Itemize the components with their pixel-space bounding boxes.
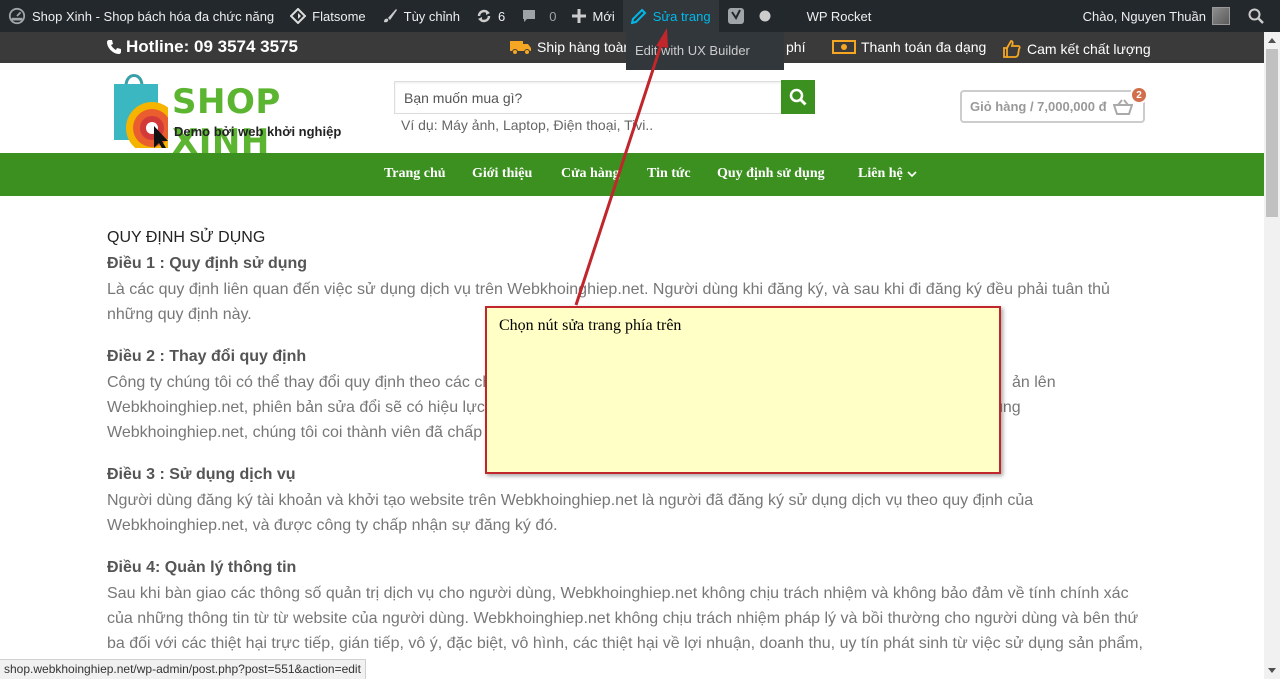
nav-item-terms[interactable]: Quy định sử dụng: [717, 166, 825, 182]
seo-status-dot-icon: [759, 10, 771, 22]
quality-label: Cam kết chất lượng: [1027, 41, 1151, 57]
site-logo[interactable]: SHOP XINH Demo bởi web khởi nghiệp: [112, 68, 348, 162]
flatsome-menu[interactable]: Flatsome: [282, 0, 373, 32]
new-content-menu[interactable]: Mới: [564, 0, 622, 32]
payment-feature: Thanh toán đa dạng: [832, 39, 986, 55]
ship-feature: Ship hàng toàn: [510, 39, 631, 55]
account-menu[interactable]: Chào, Nguyen Thuần: [1075, 0, 1238, 32]
search-input[interactable]: Bạn muốn mua gì?: [394, 81, 782, 114]
search-hint: Ví dụ: Máy ảnh, Laptop, Điện thoại, Tivi…: [401, 117, 654, 133]
payment-label: Thanh toán đa dạng: [861, 39, 987, 55]
wp-rocket-label: WP Rocket: [806, 8, 872, 24]
logo-title: SHOP XINH: [172, 82, 281, 162]
pencil-icon: [630, 8, 647, 24]
phone-icon: [107, 40, 121, 54]
nav-home-label: Trang chủ: [384, 166, 446, 181]
section-4: Điều 4: Quản lý thông tin Sau khi bàn gi…: [107, 558, 1147, 656]
comments-count: 0: [549, 8, 557, 24]
section-3: Điều 3 : Sử dụng dịch vụ Người dùng đăng…: [107, 465, 1147, 538]
callout-text: Chọn nút sửa trang phía trên: [499, 317, 682, 334]
updates-count: 6: [498, 8, 506, 24]
avatar: [1212, 7, 1230, 25]
nav-item-about[interactable]: Giới thiệu: [472, 166, 532, 182]
paragraph-line: Sau khi bàn giao các thông số quản trị d…: [107, 585, 1129, 602]
ship-label: Ship hàng toàn: [537, 39, 632, 55]
nav-about-label: Giới thiệu: [472, 166, 533, 181]
site-name-menu[interactable]: Shop Xinh - Shop bách hóa đa chức năng: [0, 0, 282, 32]
nav-contact-label: Liên hệ: [858, 166, 903, 181]
ship-tail-label: phí: [786, 39, 806, 55]
nav-item-news[interactable]: Tin tức: [647, 166, 691, 182]
basket-icon: [1112, 98, 1133, 115]
wp-rocket-menu[interactable]: WP Rocket: [799, 0, 880, 32]
paragraph-line: Webkhoinghiep.net, và được công ty chấp …: [107, 517, 558, 534]
dashboard-icon: [8, 7, 26, 25]
ship-feature-tail: phí: [786, 39, 805, 55]
cart-count-badge: 2: [1130, 86, 1148, 104]
comment-icon: [523, 10, 536, 22]
browser-viewport: Shop Xinh - Shop bách hóa đa chức năng F…: [0, 0, 1280, 679]
edit-page-label: Sửa trang: [652, 8, 711, 24]
customize-menu[interactable]: Tùy chỉnh: [374, 0, 468, 32]
scroll-up-arrow-icon[interactable]: [1264, 32, 1280, 48]
customize-label: Tùy chỉnh: [403, 8, 461, 24]
greeting-label: Chào, Nguyen Thuần: [1082, 8, 1206, 24]
instruction-callout: Chọn nút sửa trang phía trên: [485, 306, 1001, 474]
search-icon: [789, 88, 807, 106]
cart-label: Giỏ hàng / 7,000,000 đ: [970, 99, 1107, 114]
plus-icon: [572, 9, 587, 23]
scroll-down-arrow-icon[interactable]: [1264, 663, 1280, 679]
new-label: Mới: [592, 8, 615, 24]
paragraph-line: Người dùng đăng ký tài khoản và khởi tạo…: [107, 492, 1034, 509]
link-status-bar: shop.webkhoinghiep.net/wp-admin/post.php…: [0, 659, 366, 679]
truck-icon: [510, 41, 531, 55]
paragraph-line: của những thông tin từ từ website của ng…: [107, 610, 1139, 627]
edit-page-menu[interactable]: Sửa trang: [622, 0, 719, 32]
updates-menu[interactable]: 6: [468, 0, 513, 32]
paragraph-line: ba đối với các thiệt hại trực tiếp, gián…: [107, 635, 1143, 652]
main-nav: Trang chủ Giới thiệu Cửa hàng Tin tức Qu…: [0, 153, 1264, 196]
yoast-icon: [727, 8, 744, 24]
money-icon: [832, 40, 856, 54]
brush-icon: [383, 9, 397, 23]
nav-terms-label: Quy định sử dụng: [717, 166, 825, 181]
admin-search-button[interactable]: [1238, 0, 1280, 32]
thumbs-up-icon: [1003, 40, 1021, 58]
scrollbar-thumb[interactable]: [1266, 49, 1278, 217]
comments-menu[interactable]: 0: [513, 0, 564, 32]
quality-feature: Cam kết chất lượng: [1002, 39, 1151, 59]
vertical-scrollbar[interactable]: [1264, 32, 1280, 679]
paragraph-fragment: ản lên: [1012, 374, 1056, 391]
shopping-bag-logo-icon: [114, 74, 168, 148]
flatsome-icon: [290, 8, 307, 24]
logo-subtitle: Demo bởi web khởi nghiệp: [174, 124, 342, 139]
paragraph-line: Là các quy định liên quan đến việc sử dụ…: [107, 281, 1110, 298]
search-button[interactable]: [781, 80, 815, 114]
site-name-label: Shop Xinh - Shop bách hóa đa chức năng: [32, 8, 275, 24]
section-heading: Điều 1 : Quy định sử dụng: [107, 255, 308, 272]
nav-item-contact[interactable]: Liên hệ: [858, 166, 917, 182]
edit-with-ux-builder-item[interactable]: Edit with UX Builder: [626, 32, 784, 70]
nav-item-shop[interactable]: Cửa hàng: [561, 166, 620, 182]
cart-button[interactable]: Giỏ hàng / 7,000,000 đ: [960, 90, 1145, 123]
updates-icon: [477, 9, 491, 23]
hotline-label: Hotline: 09 3574 3575: [126, 37, 298, 56]
nav-news-label: Tin tức: [647, 166, 691, 181]
wp-admin-bar: Shop Xinh - Shop bách hóa đa chức năng F…: [0, 0, 1280, 32]
nav-shop-label: Cửa hàng: [561, 166, 620, 181]
nav-item-home[interactable]: Trang chủ: [384, 166, 446, 182]
search-icon: [1248, 8, 1264, 24]
yoast-menu[interactable]: [719, 0, 785, 32]
chevron-down-icon: [907, 171, 917, 178]
flatsome-label: Flatsome: [312, 8, 366, 24]
section-heading: Điều 4: Quản lý thông tin: [107, 559, 297, 576]
page-title: QUY ĐỊNH SỬ DỤNG: [107, 229, 266, 246]
hotline[interactable]: Hotline: 09 3574 3575: [106, 37, 298, 57]
